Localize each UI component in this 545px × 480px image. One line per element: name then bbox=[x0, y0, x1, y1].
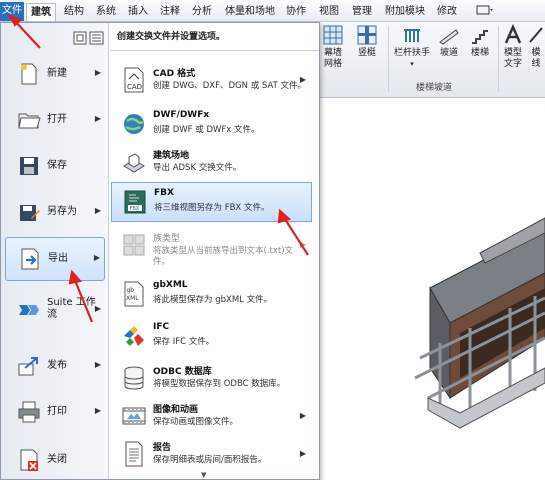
annotation-arrows bbox=[7, 13, 309, 323]
revit-window: 文件 建筑 结构 系统 插入 注释 分析 体量和场地 协作 视图 管理 附加模块… bbox=[0, 0, 545, 480]
